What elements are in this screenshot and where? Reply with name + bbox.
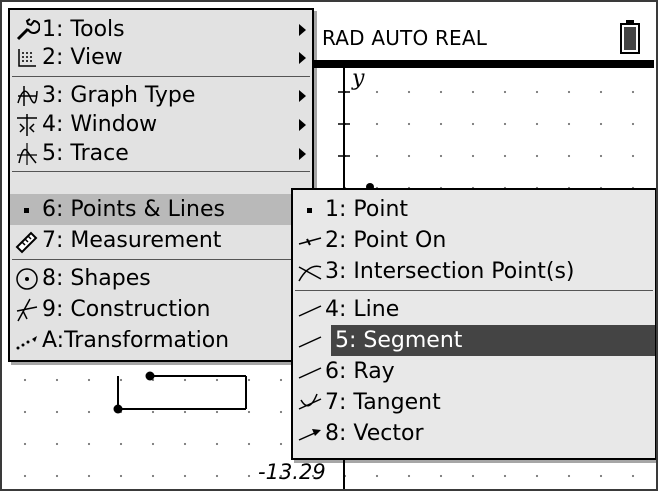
menu-item-label: 6: Points & Lines bbox=[42, 197, 225, 222]
menu-item-label: 8: Shapes bbox=[42, 266, 151, 291]
points-lines-submenu: 1: Point 2: Point On 3: Intersection Poi… bbox=[291, 188, 656, 460]
menu-item-graph-type[interactable]: 3: Graph Type bbox=[10, 80, 312, 111]
submenu-arrow-icon bbox=[299, 52, 306, 64]
menu-item-trace[interactable]: 5: Trace bbox=[10, 138, 312, 169]
point-on-icon bbox=[298, 237, 322, 246]
menu-item-label: A:Transformation bbox=[42, 328, 230, 353]
point-icon bbox=[24, 208, 29, 213]
submenu-item-label: 7: Tangent bbox=[325, 390, 441, 415]
menu-item-label: 7: Measurement bbox=[42, 228, 222, 253]
submenu-item-segment[interactable]: 5: Segment bbox=[331, 325, 655, 356]
drawn-rectangle bbox=[113, 371, 247, 414]
menu-item-shapes[interactable]: 8: Shapes bbox=[10, 263, 312, 294]
submenu-item-label: 8: Vector bbox=[325, 421, 424, 446]
submenu-arrow-icon bbox=[299, 90, 306, 102]
menu-item-label: 4: Window bbox=[42, 112, 158, 137]
submenu-arrow-icon bbox=[299, 148, 306, 160]
tangent-icon bbox=[298, 393, 322, 410]
menu-item-label: 1: Tools bbox=[42, 17, 125, 42]
submenu-item-label: 2: Point On bbox=[325, 228, 447, 253]
status-bar: RAD AUTO REAL bbox=[314, 10, 654, 68]
intersection-icon bbox=[298, 265, 322, 282]
menu-divider bbox=[295, 290, 653, 291]
trace-icon bbox=[17, 143, 37, 165]
menu-item-label: 3: Graph Type bbox=[42, 83, 196, 108]
submenu-item-line[interactable]: 4: Line bbox=[293, 294, 655, 325]
submenu-item-ray[interactable]: 6: Ray bbox=[293, 356, 655, 387]
line-icon bbox=[298, 305, 322, 317]
submenu-item-vector[interactable]: 8: Vector bbox=[293, 418, 655, 449]
menu-item-label: 2: View bbox=[42, 45, 123, 70]
submenu-arrow-icon bbox=[299, 24, 306, 36]
menu-item-window[interactable]: 4: Window bbox=[10, 109, 312, 140]
construction-icon bbox=[16, 298, 38, 322]
menu-item-points-lines[interactable]: 6: Points & Lines bbox=[10, 194, 312, 225]
status-divider bbox=[314, 60, 654, 68]
submenu-item-label: 1: Point bbox=[325, 197, 409, 222]
graph-type-icon bbox=[17, 86, 38, 106]
submenu-item-label: 4: Line bbox=[325, 297, 400, 322]
menu-item-measurement[interactable]: 7: Measurement bbox=[10, 225, 312, 256]
wrench-icon bbox=[16, 18, 40, 41]
menu-item-transformation[interactable]: A:Transformation bbox=[10, 325, 312, 356]
segment-icon bbox=[298, 336, 322, 348]
submenu-item-point-on[interactable]: 2: Point On bbox=[293, 225, 655, 256]
menu-divider bbox=[12, 171, 310, 172]
submenu-item-label: 3: Intersection Point(s) bbox=[325, 259, 575, 284]
menu-item-label: 5: Trace bbox=[42, 141, 129, 166]
submenu-item-intersection[interactable]: 3: Intersection Point(s) bbox=[293, 256, 655, 287]
point-icon bbox=[307, 208, 312, 213]
menu-item-view[interactable]: 2: View bbox=[10, 42, 312, 73]
battery-icon bbox=[620, 20, 640, 54]
menu-item-label: 9: Construction bbox=[42, 297, 211, 322]
grid-view-icon bbox=[18, 49, 36, 67]
submenu-item-tangent[interactable]: 7: Tangent bbox=[293, 387, 655, 418]
y-axis-label: y bbox=[352, 66, 365, 91]
submenu-item-label: 5: Segment bbox=[335, 328, 463, 353]
vector-icon bbox=[298, 429, 321, 441]
ray-icon bbox=[298, 367, 322, 379]
submenu-item-label: 6: Ray bbox=[325, 359, 395, 384]
circle-shape-icon bbox=[16, 268, 38, 290]
window-zoom-icon bbox=[17, 114, 37, 136]
menu-item-tools[interactable]: 1: Tools bbox=[10, 14, 312, 45]
calculator-screen: y -13.29 RAD AUTO REAL 1: Tools 2: View … bbox=[0, 0, 658, 491]
ruler-icon bbox=[15, 231, 38, 254]
menu-divider bbox=[12, 259, 310, 260]
transformation-icon bbox=[16, 336, 37, 350]
menu-divider bbox=[12, 76, 310, 77]
main-menu: 1: Tools 2: View 3: Graph Type 4: Window… bbox=[8, 8, 314, 362]
menu-item-construction[interactable]: 9: Construction bbox=[10, 294, 312, 325]
mode-status: RAD AUTO REAL bbox=[322, 26, 488, 50]
measurement-value[interactable]: -13.29 bbox=[258, 460, 326, 484]
submenu-arrow-icon bbox=[299, 119, 306, 131]
submenu-item-point[interactable]: 1: Point bbox=[293, 194, 655, 225]
